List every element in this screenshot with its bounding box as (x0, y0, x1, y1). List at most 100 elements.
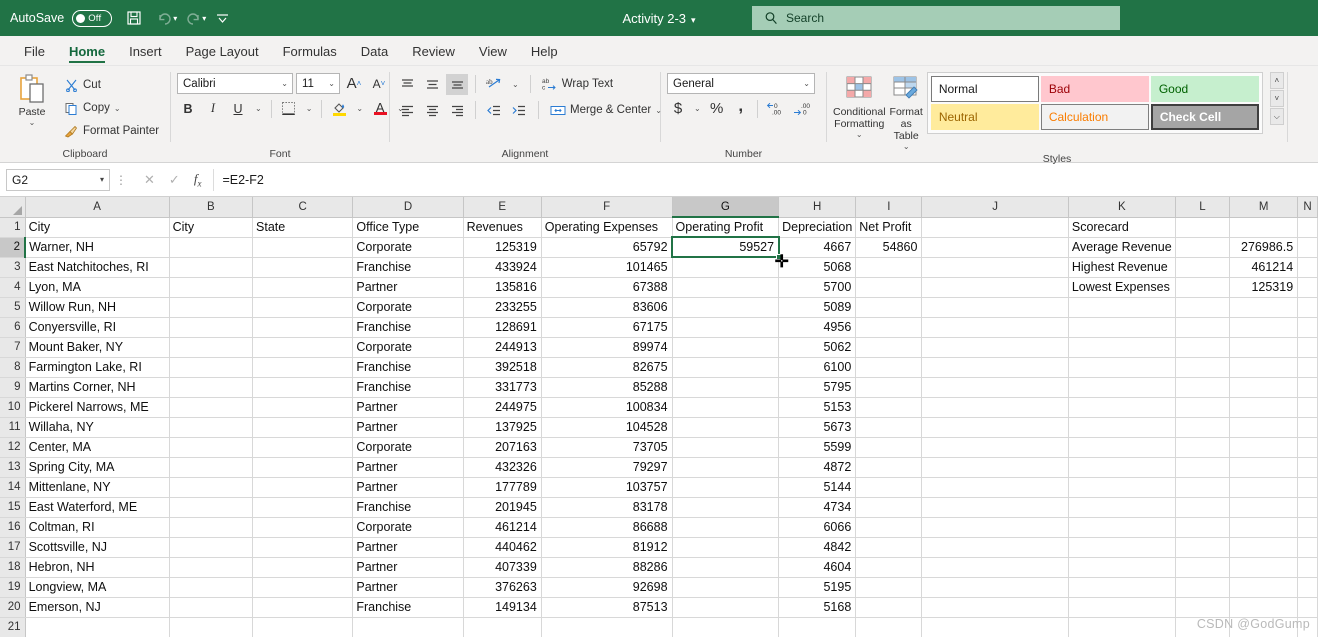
cell-D7[interactable]: Corporate (352, 337, 464, 358)
cell-N7[interactable] (1297, 337, 1318, 358)
cell-J9[interactable] (921, 377, 1069, 398)
style-calculation[interactable]: Calculation (1040, 104, 1149, 130)
cell-A14[interactable]: Mittenlane, NY (25, 477, 170, 498)
cell-J10[interactable] (921, 397, 1069, 418)
cell-E1[interactable]: Revenues (463, 217, 542, 238)
cell-A1[interactable]: City (25, 217, 170, 238)
styles-scroll-up-icon[interactable]: ˄ (1269, 72, 1284, 89)
row-header-19[interactable]: 19 (0, 577, 26, 598)
cell-B7[interactable] (169, 337, 254, 358)
cell-H1[interactable]: Depreciation (778, 217, 857, 238)
cell-B16[interactable] (169, 517, 254, 538)
cell-G1[interactable]: Operating Profit (672, 217, 780, 238)
cell-C13[interactable] (252, 457, 354, 478)
cell-G11[interactable] (672, 417, 780, 438)
column-header-n[interactable]: N (1297, 197, 1318, 218)
search-box[interactable]: Search (752, 6, 1120, 30)
cell-C21[interactable] (252, 617, 354, 637)
cell-I18[interactable] (855, 557, 923, 578)
cell-L3[interactable] (1175, 257, 1231, 278)
cell-E3[interactable]: 433924 (463, 257, 542, 278)
cell-M4[interactable]: 125319 (1229, 277, 1299, 298)
table-row[interactable]: 20 Emerson, NJ Franchise 149134 87513 5168 (0, 597, 1318, 618)
orientation-caret[interactable]: ⌄ (509, 74, 522, 95)
cell-H11[interactable]: 5673 (778, 417, 857, 438)
cell-N20[interactable] (1297, 597, 1318, 618)
tab-data[interactable]: Data (349, 40, 400, 65)
cell-A9[interactable]: Martins Corner, NH (25, 377, 170, 398)
cell-G6[interactable] (672, 317, 780, 338)
cell-N18[interactable] (1297, 557, 1318, 578)
cell-E18[interactable]: 407339 (463, 557, 542, 578)
cell-F7[interactable]: 89974 (541, 337, 673, 358)
cell-M17[interactable] (1229, 537, 1299, 558)
column-header-a[interactable]: A (25, 197, 170, 218)
cell-A18[interactable]: Hebron, NH (25, 557, 170, 578)
cell-J1[interactable] (921, 217, 1069, 238)
cell-M3[interactable]: 461214 (1229, 257, 1299, 278)
cell-K6[interactable] (1068, 317, 1176, 338)
underline-caret[interactable]: ⌄ (252, 98, 265, 119)
cell-B8[interactable] (169, 357, 254, 378)
cell-C10[interactable] (252, 397, 354, 418)
spreadsheet-grid[interactable]: A B C D E F G H I J K L M N 1 City City (0, 197, 1318, 637)
table-row[interactable]: 19 Longview, MA Partner 376263 92698 5195 (0, 577, 1318, 598)
cell-B13[interactable] (169, 457, 254, 478)
cell-D5[interactable]: Corporate (352, 297, 464, 318)
cell-N9[interactable] (1297, 377, 1318, 398)
number-format-caret[interactable]: ⌄ (803, 79, 810, 88)
cell-K13[interactable] (1068, 457, 1176, 478)
cell-C6[interactable] (252, 317, 354, 338)
cell-J18[interactable] (921, 557, 1069, 578)
cell-M2[interactable]: 276986.5 (1229, 237, 1299, 258)
cell-M6[interactable] (1229, 317, 1299, 338)
search-input[interactable]: Search (786, 11, 824, 25)
cell-F3[interactable]: 101465 (541, 257, 673, 278)
cell-C2[interactable] (252, 237, 354, 258)
cell-L18[interactable] (1175, 557, 1231, 578)
format-as-table-caret[interactable]: ⌄ (903, 142, 910, 151)
cell-E5[interactable]: 233255 (463, 297, 542, 318)
format-painter-button[interactable]: Format Painter (60, 120, 162, 142)
style-neutral[interactable]: Neutral (930, 104, 1039, 130)
font-color-icon[interactable]: A (369, 98, 391, 119)
table-row[interactable]: 13 Spring City, MA Partner 432326 79297 4872 (0, 457, 1318, 478)
cell-D10[interactable]: Partner (352, 397, 464, 418)
cell-D1[interactable]: Office Type (352, 217, 464, 238)
cell-G10[interactable] (672, 397, 780, 418)
cell-K4[interactable]: Lowest Expenses (1068, 277, 1176, 298)
cell-E7[interactable]: 244913 (463, 337, 542, 358)
cell-B3[interactable] (169, 257, 254, 278)
cell-H3[interactable]: 5068 (778, 257, 857, 278)
decrease-decimal-icon[interactable]: .00 0 (790, 98, 815, 119)
cell-K16[interactable] (1068, 517, 1176, 538)
cell-I16[interactable] (855, 517, 923, 538)
table-row[interactable]: 14 Mittenlane, NY Partner 177789 103757 5144 (0, 477, 1318, 498)
cell-C15[interactable] (252, 497, 354, 518)
cell-I21[interactable] (855, 617, 923, 637)
column-header-k[interactable]: K (1068, 197, 1176, 218)
cell-G14[interactable] (672, 477, 780, 498)
cell-B10[interactable] (169, 397, 254, 418)
cell-L15[interactable] (1175, 497, 1231, 518)
cell-G13[interactable] (672, 457, 780, 478)
cell-M10[interactable] (1229, 397, 1299, 418)
cell-H20[interactable]: 5168 (778, 597, 857, 618)
cell-C17[interactable] (252, 537, 354, 558)
accounting-format-icon[interactable]: $ (667, 98, 689, 119)
table-row[interactable]: 11 Willaha, NY Partner 137925 104528 5673 (0, 417, 1318, 438)
tab-insert[interactable]: Insert (117, 40, 174, 65)
table-row[interactable]: 6 Conyersville, RI Franchise 128691 67175 495… (0, 317, 1318, 338)
cell-I15[interactable] (855, 497, 923, 518)
cell-C4[interactable] (252, 277, 354, 298)
table-row[interactable]: 4 Lyon, MA Partner 135816 67388 5700 Lowest Ex… (0, 277, 1318, 298)
cell-G16[interactable] (672, 517, 780, 538)
table-row[interactable]: 10 Pickerel Narrows, ME Partner 244975 10083… (0, 397, 1318, 418)
cell-H17[interactable]: 4842 (778, 537, 857, 558)
cell-D16[interactable]: Corporate (352, 517, 464, 538)
cell-J14[interactable] (921, 477, 1069, 498)
cell-I6[interactable] (855, 317, 923, 338)
cell-M15[interactable] (1229, 497, 1299, 518)
cell-N21[interactable] (1297, 617, 1318, 637)
autosave-toggle[interactable]: AutoSave Off (10, 9, 113, 27)
